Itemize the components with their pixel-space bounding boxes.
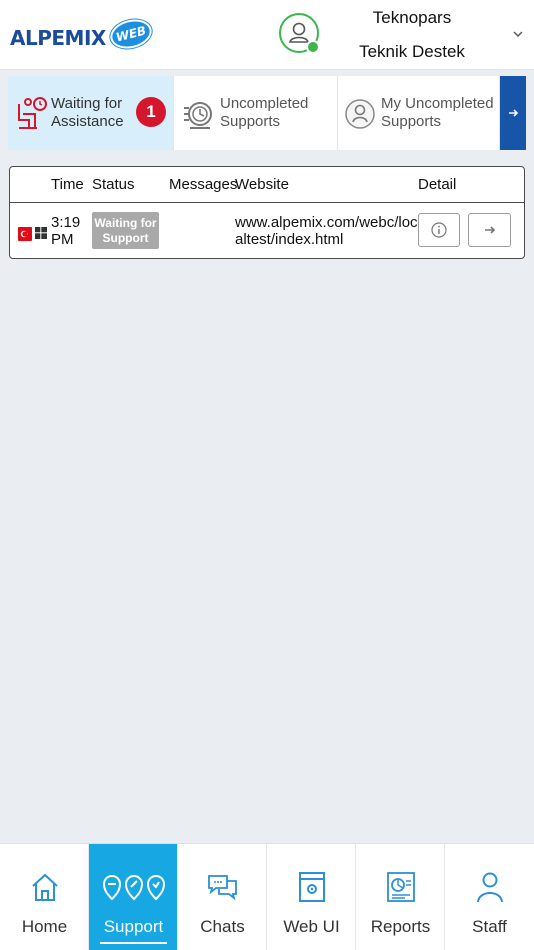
nav-label: Web UI	[283, 917, 340, 936]
nav-item-staff[interactable]: Staff	[445, 844, 534, 950]
app-root: ALPEMIX WEB Teknopars Teknik Destek Wait…	[0, 0, 534, 950]
online-status-dot	[306, 40, 320, 54]
tab-waiting-for-assistance[interactable]: Waiting for Assistance 1	[8, 76, 174, 150]
tabs-next-button[interactable]	[500, 76, 526, 150]
app-header: ALPEMIX WEB Teknopars Teknik Destek	[0, 0, 534, 70]
logo-wordmark: ALPEMIX	[10, 26, 106, 50]
open-session-button[interactable]	[468, 213, 511, 247]
nav-label: Staff	[472, 917, 507, 936]
nav-item-chats[interactable]: Chats	[178, 844, 267, 950]
logo-badge-text: WEB	[114, 23, 148, 45]
nav-item-web-ui[interactable]: Web UI	[267, 844, 356, 950]
user-name: Teknopars	[372, 8, 452, 27]
info-icon	[431, 222, 447, 238]
user-avatar[interactable]	[279, 13, 320, 54]
user-circle-icon	[345, 99, 375, 129]
column-header-website: Website	[235, 176, 289, 193]
user-group: Teknik Destek	[359, 42, 465, 61]
person-icon	[476, 872, 503, 903]
tab-my-uncompleted-supports[interactable]: My Uncompleted Supports	[338, 76, 500, 150]
chat-bubbles-icon	[207, 875, 237, 901]
arrow-right-icon	[484, 226, 495, 234]
nav-item-reports[interactable]: Reports	[356, 844, 445, 950]
user-menu-toggle[interactable]	[508, 24, 528, 44]
tab-label: Waiting for Assistance	[51, 95, 124, 130]
nav-label: Home	[21, 917, 68, 936]
table-row[interactable]: 3:19 PM Waiting for Support www.alpemix.…	[10, 204, 524, 258]
row-website: www.alpemix.com/webc/localtest/index.htm…	[235, 214, 418, 248]
logo-web-badge: WEB	[107, 15, 155, 53]
tab-label: Uncompleted Supports	[220, 95, 309, 130]
tab-label: My Uncompleted Supports	[381, 95, 494, 130]
nav-label: Chats	[200, 917, 245, 936]
nav-item-support[interactable]: Support	[89, 844, 178, 950]
bottom-navigation: Home Support Chats Web UI Reports Staff	[0, 843, 534, 950]
chevron-down-icon	[513, 31, 523, 37]
support-requests-table: Time Status Messages Website Detail 3:19…	[9, 166, 525, 259]
report-chart-icon	[386, 872, 415, 902]
nav-label: Support	[103, 917, 164, 936]
clock-gear-icon	[184, 102, 212, 129]
status-badge: Waiting for Support	[92, 212, 159, 249]
column-header-messages: Messages	[169, 176, 238, 193]
table-header: Time Status Messages Website Detail	[10, 167, 524, 203]
nav-item-home[interactable]: Home	[0, 844, 89, 950]
active-nav-indicator	[100, 942, 167, 944]
web-window-icon	[298, 872, 325, 902]
support-pins-icon	[102, 875, 165, 901]
home-icon	[31, 873, 58, 901]
column-header-time: Time	[51, 176, 84, 193]
waiting-count-badge: 1	[136, 97, 166, 127]
arrow-right-icon	[509, 109, 519, 117]
row-time: 3:19 PM	[51, 214, 81, 248]
column-header-detail: Detail	[418, 176, 457, 193]
alpemix-web-logo[interactable]: ALPEMIX WEB	[10, 14, 155, 56]
detail-info-button[interactable]	[418, 213, 460, 247]
tab-uncompleted-supports[interactable]: Uncompleted Supports	[174, 76, 338, 150]
windows-icon	[35, 227, 47, 239]
waiting-chair-icon	[18, 97, 47, 129]
nav-label: Reports	[370, 917, 431, 936]
support-tabs: Waiting for Assistance 1 Uncompleted Sup…	[8, 76, 526, 151]
column-header-status: Status	[92, 176, 135, 193]
turkey-flag-icon	[18, 227, 32, 241]
